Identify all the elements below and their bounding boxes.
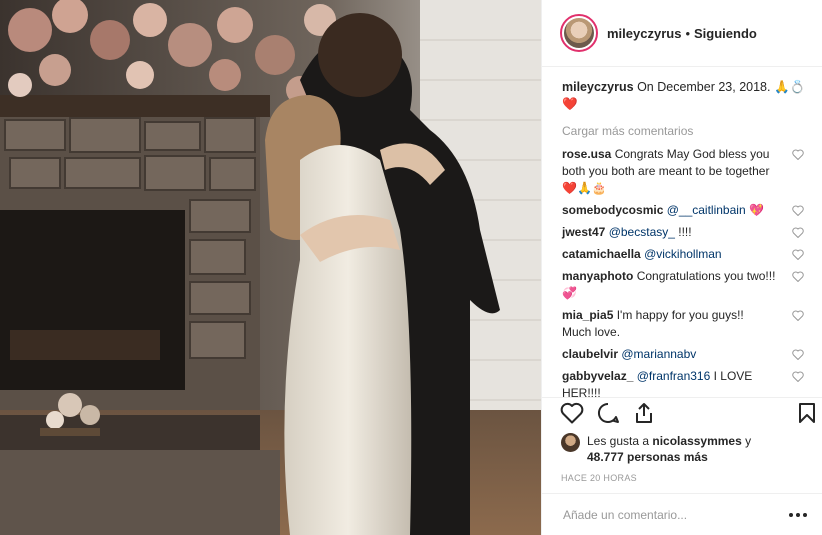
comment-item: claubelvir @mariannabv [562, 346, 806, 363]
comment-username[interactable]: rose.usa [562, 147, 611, 161]
comment-emoji: 💖 [748, 203, 764, 217]
load-more-comments-button[interactable]: Cargar más comentarios [562, 124, 806, 138]
comment-item: catamichaella @vickihollman [562, 246, 806, 263]
author-avatar[interactable] [560, 14, 598, 52]
comment-item: manyaphoto Congratulations you two!!! 💞 [562, 268, 806, 302]
comment-mention[interactable]: @franfran316 [637, 369, 711, 383]
likes-prefix: Les gusta a [587, 434, 650, 448]
comment-username[interactable]: manyaphoto [562, 269, 633, 283]
caption-emoji-line2: ❤️ [562, 97, 578, 111]
following-button[interactable]: Siguiendo [694, 26, 757, 41]
comment-like-heart-icon[interactable] [792, 310, 804, 321]
header-separator: • [685, 25, 690, 41]
comment-like-heart-icon[interactable] [792, 249, 804, 260]
comment-text: Congratulations you two!!! [636, 269, 776, 283]
post-caption: mileyczyrus On December 23, 2018. 🙏💍 ❤️ [562, 79, 806, 113]
comment-like-heart-icon[interactable] [792, 227, 804, 238]
comment-username[interactable]: jwest47 [562, 225, 605, 239]
share-icon[interactable] [633, 402, 655, 424]
heart-icon[interactable] [560, 402, 584, 424]
comment-item: jwest47 @becstasy_ !!!! [562, 224, 806, 241]
comment-like-heart-icon[interactable] [792, 149, 804, 160]
more-options-icon[interactable] [788, 512, 808, 518]
comment-like-heart-icon[interactable] [792, 371, 804, 382]
post-photo[interactable] [0, 0, 541, 535]
comment-item: mia_pia5 I'm happy for you guys!! Much l… [562, 307, 806, 341]
comment-mention[interactable]: @__caitlinbain [667, 203, 746, 217]
bookmark-icon[interactable] [798, 402, 816, 424]
caption-text: On December 23, 2018. [637, 80, 771, 94]
author-username[interactable]: mileyczyrus [607, 26, 681, 41]
comment-username[interactable]: claubelvir [562, 347, 618, 361]
likes-summary: Les gusta a nicolassymmes y 48.777 perso… [561, 433, 816, 465]
liker-username[interactable]: nicolassymmes [652, 434, 741, 448]
comment-like-heart-icon[interactable] [792, 271, 804, 282]
comment-item: rose.usa Congrats May God bless you both… [562, 146, 806, 197]
caption-username[interactable]: mileyczyrus [562, 80, 634, 94]
likes-connector: y [745, 434, 752, 448]
comment-emoji: 💞 [562, 286, 577, 300]
likes-count-link[interactable]: 48.777 personas más [587, 450, 708, 464]
wedding-photo-illustration [0, 0, 541, 535]
comment-icon[interactable] [596, 402, 620, 424]
post-header: mileyczyrus • Siguiendo [542, 0, 822, 67]
comment-username[interactable]: mia_pia5 [562, 308, 613, 322]
comment-text: !!!! [678, 225, 692, 239]
post-timestamp[interactable]: HACE 20 HORAS [561, 473, 637, 483]
add-comment-bar [541, 493, 822, 535]
comment-like-heart-icon[interactable] [792, 205, 804, 216]
liker-avatar[interactable] [561, 433, 580, 452]
comment-username[interactable]: somebodycosmic [562, 203, 663, 217]
action-bar [541, 397, 822, 432]
comment-item: somebodycosmic @__caitlinbain 💖 [562, 202, 806, 219]
comments-list[interactable]: mileyczyrus On December 23, 2018. 🙏💍 ❤️ … [542, 67, 822, 402]
comment-like-heart-icon[interactable] [792, 349, 804, 360]
comment-username[interactable]: gabbyvelaz_ [562, 369, 633, 383]
comment-mention[interactable]: @mariannabv [621, 347, 696, 361]
comment-username[interactable]: catamichaella [562, 247, 641, 261]
comment-emoji: ❤️🙏🎂 [562, 181, 607, 195]
comment-mention[interactable]: @vickihollman [644, 247, 722, 261]
comment-input[interactable] [561, 506, 765, 523]
caption-emoji: 🙏💍 [773, 80, 806, 94]
comment-mention[interactable]: @becstasy_ [609, 225, 675, 239]
